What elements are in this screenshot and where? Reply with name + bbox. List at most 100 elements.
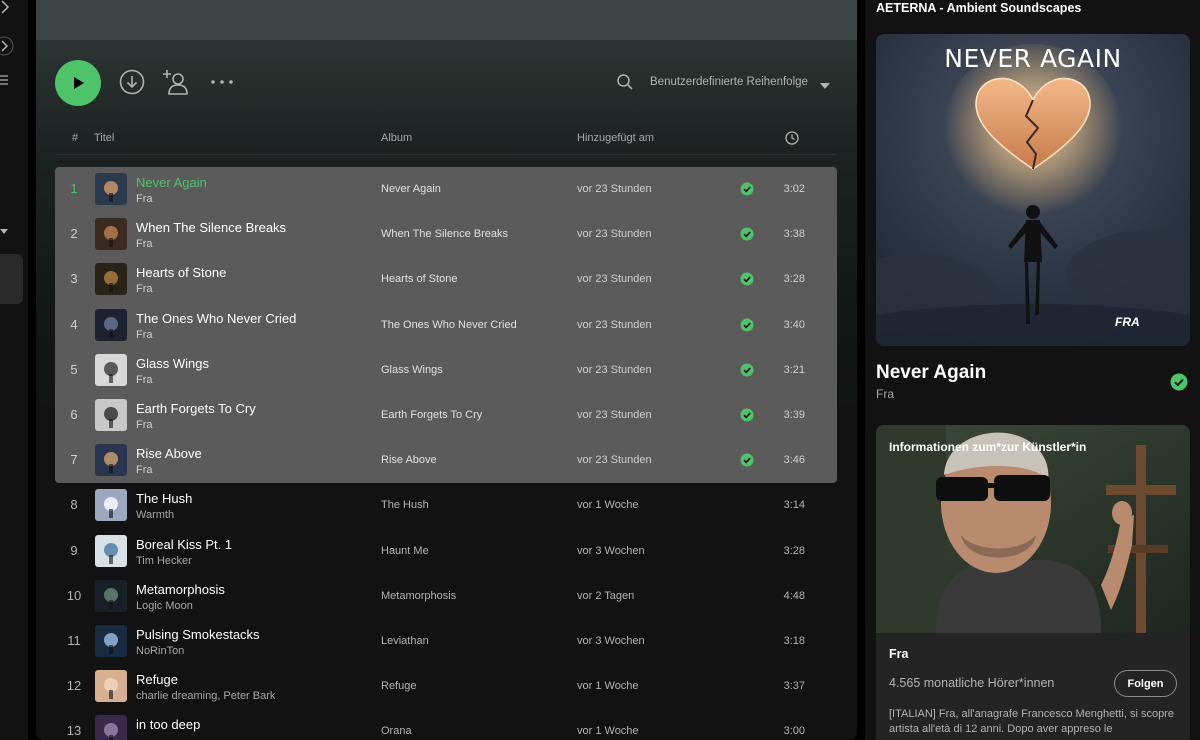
sort-order-dropdown[interactable]: Benutzerdefinierte Reihenfolge xyxy=(650,76,808,88)
panel-playlist-title[interactable]: AETERNA - Ambient Soundscapes xyxy=(876,1,1081,15)
track-title[interactable]: Boreal Kiss Pt. 1 xyxy=(136,537,232,552)
track-duration: 3:14 xyxy=(783,499,805,512)
search-icon[interactable] xyxy=(616,73,634,91)
track-added-date: vor 23 Stunden xyxy=(577,273,652,286)
track-number: 5 xyxy=(70,361,78,377)
track-title[interactable]: Metamorphosis xyxy=(136,582,225,597)
track-album[interactable]: Refuge xyxy=(381,680,416,692)
track-album[interactable]: The Hush xyxy=(381,499,429,511)
check-circle-icon[interactable] xyxy=(740,453,754,467)
track-thumbnail xyxy=(95,444,127,477)
track-duration: 3:21 xyxy=(783,363,805,376)
cover-artist-logo: FRA xyxy=(1115,315,1140,329)
track-album[interactable]: Orana xyxy=(381,725,412,737)
track-title[interactable]: Pulsing Smokestacks xyxy=(136,627,260,642)
list-icon[interactable] xyxy=(0,74,10,88)
track-title[interactable]: Hearts of Stone xyxy=(136,265,226,280)
track-artist[interactable]: Fra xyxy=(136,419,153,431)
track-added-date: vor 1 Woche xyxy=(577,499,639,512)
track-title[interactable]: Earth Forgets To Cry xyxy=(136,401,256,416)
check-circle-icon[interactable] xyxy=(740,227,754,241)
track-artist[interactable]: Logic Moon xyxy=(136,600,193,612)
track-artist[interactable]: Fra xyxy=(136,329,153,341)
track-row[interactable]: 4 The Ones Who Never Cried Fra The Ones Who… xyxy=(55,303,837,348)
check-circle-icon[interactable] xyxy=(740,363,754,377)
arrow-right-icon[interactable] xyxy=(0,0,10,16)
play-button[interactable] xyxy=(55,60,101,106)
add-user-icon xyxy=(163,70,188,95)
track-row[interactable]: 12 Refuge charlie dreaming, Peter Bark Refu… xyxy=(55,664,837,709)
track-artist[interactable]: Fra xyxy=(136,374,153,386)
track-row[interactable]: 7 Rise Above Fra Rise Above vor 23 Stunden 3:… xyxy=(55,438,837,483)
track-artist[interactable]: Fra xyxy=(136,464,153,476)
track-artist[interactable]: Fra xyxy=(136,238,153,250)
track-album[interactable]: Never Again xyxy=(381,183,441,195)
track-album[interactable]: Leviathan xyxy=(381,635,429,647)
track-album[interactable]: Metamorphosis xyxy=(381,590,456,602)
column-header-title[interactable]: Titel xyxy=(94,132,114,144)
track-thumbnail xyxy=(95,353,127,386)
artist-name[interactable]: Fra xyxy=(889,647,908,661)
follow-button[interactable]: Folgen xyxy=(1114,670,1177,697)
track-album[interactable]: Haunt Me xyxy=(381,545,429,557)
clock-icon[interactable] xyxy=(785,131,799,145)
column-header-album[interactable]: Album xyxy=(381,132,412,144)
check-circle-icon[interactable] xyxy=(1170,373,1188,391)
track-added-date: vor 1 Woche xyxy=(577,680,639,693)
track-row[interactable]: 5 Glass Wings Fra Glass Wings vor 23 Stunden… xyxy=(55,348,837,393)
download-button[interactable] xyxy=(118,68,146,96)
track-artist[interactable]: Tim Hecker xyxy=(136,555,192,567)
track-title[interactable]: When The Silence Breaks xyxy=(136,220,286,235)
track-album[interactable]: Hearts of Stone xyxy=(381,273,457,285)
track-added-date: vor 23 Stunden xyxy=(577,318,652,331)
track-artist[interactable]: NoRinTon xyxy=(136,645,184,657)
caret-down-icon[interactable] xyxy=(0,224,10,238)
track-added-date: vor 23 Stunden xyxy=(577,363,652,376)
track-title[interactable]: Never Again xyxy=(136,175,207,190)
track-number: 4 xyxy=(70,316,78,332)
more-options-button[interactable] xyxy=(208,68,236,96)
track-row[interactable]: 9 Boreal Kiss Pt. 1 Tim Hecker Haunt Me vor … xyxy=(55,529,837,574)
track-album[interactable]: Glass Wings xyxy=(381,364,443,376)
track-album[interactable]: Earth Forgets To Cry xyxy=(381,409,482,421)
track-title[interactable]: The Hush xyxy=(136,491,192,506)
track-thumbnail xyxy=(95,579,127,612)
track-duration: 3:02 xyxy=(783,183,805,195)
track-album[interactable]: The Ones Who Never Cried xyxy=(381,319,517,331)
track-artist[interactable]: charlie dreaming, Peter Bark xyxy=(136,690,275,702)
track-artist[interactable]: Fra xyxy=(136,193,153,205)
track-row[interactable]: 3 Hearts of Stone Fra Hearts of Stone vor 23… xyxy=(55,257,837,302)
track-row[interactable]: 1 Never Again Fra Never Again vor 23 Stunden… xyxy=(55,167,837,212)
track-row[interactable]: 13 in too deep Orana vor 1 Woche 3:00 xyxy=(55,709,837,740)
track-title[interactable]: Glass Wings xyxy=(136,356,209,371)
add-collaborator-button[interactable] xyxy=(162,68,190,96)
track-row[interactable]: 10 Metamorphosis Logic Moon Metamorphosis vo… xyxy=(55,574,837,619)
check-circle-icon[interactable] xyxy=(740,408,754,422)
track-title[interactable]: The Ones Who Never Cried xyxy=(136,311,296,326)
track-number: 13 xyxy=(66,723,82,739)
track-row[interactable]: 8 The Hush Warmth The Hush vor 1 Woche 3:14 xyxy=(55,483,837,528)
check-circle-icon[interactable] xyxy=(740,272,754,286)
check-circle-icon[interactable] xyxy=(740,318,754,332)
track-title[interactable]: Refuge xyxy=(136,672,178,687)
track-title[interactable]: Rise Above xyxy=(136,446,202,461)
track-artist[interactable]: Fra xyxy=(136,283,153,295)
track-album[interactable]: When The Silence Breaks xyxy=(381,228,508,240)
track-duration: 3:28 xyxy=(783,273,805,286)
track-row[interactable]: 6 Earth Forgets To Cry Fra Earth Forgets To… xyxy=(55,393,837,438)
track-row[interactable]: 11 Pulsing Smokestacks NoRinTon Leviathan vo… xyxy=(55,619,837,664)
expand-icon[interactable] xyxy=(0,36,16,58)
track-album[interactable]: Rise Above xyxy=(381,454,437,466)
now-playing-title[interactable]: Never Again xyxy=(876,362,986,384)
artist-info-card[interactable]: Informationen zum*zur Künstler*in Fra 4.… xyxy=(876,425,1190,740)
track-duration: 3:46 xyxy=(783,454,805,467)
now-playing-artist[interactable]: Fra xyxy=(876,387,894,401)
column-header-added[interactable]: Hinzugefügt am xyxy=(577,132,654,144)
check-circle-icon[interactable] xyxy=(740,182,754,196)
sidebar-selected-item[interactable] xyxy=(0,254,23,304)
track-title[interactable]: in too deep xyxy=(136,717,200,732)
track-artist[interactable]: Warmth xyxy=(136,509,174,521)
chevron-down-icon[interactable] xyxy=(819,78,831,89)
track-row[interactable]: 2 When The Silence Breaks Fra When The Sile… xyxy=(55,212,837,257)
artist-bio[interactable]: [ITALIAN] Fra, all'anagrafe Francesco Me… xyxy=(889,707,1181,737)
